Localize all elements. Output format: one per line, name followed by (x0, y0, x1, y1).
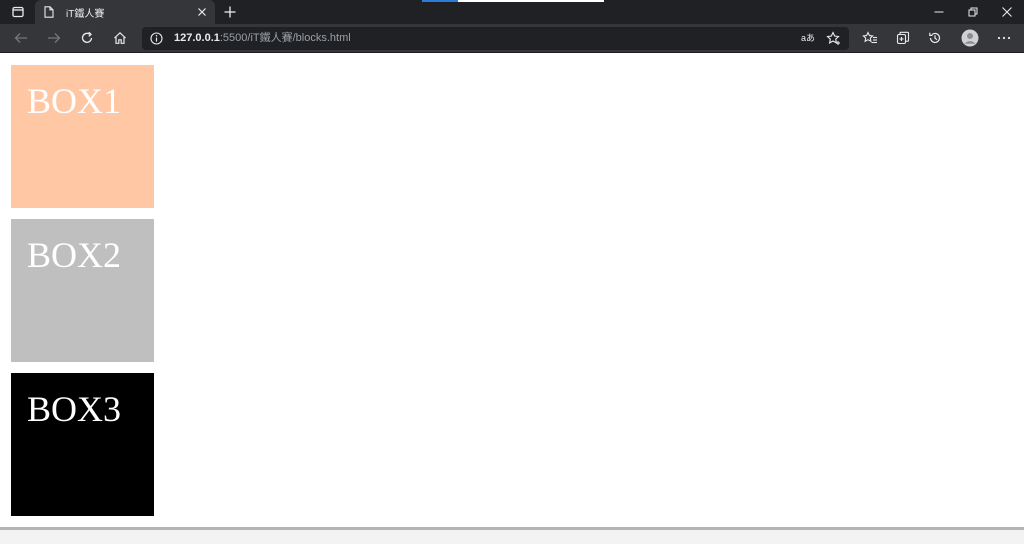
url-path: :5500/iT鐵人賽/blocks.html (219, 32, 351, 44)
tab-title: iT鐵人賽 (66, 8, 105, 20)
browser-tab[interactable]: iT鐵人賽 (35, 0, 215, 24)
tab-actions-button[interactable] (0, 0, 36, 24)
history-icon (929, 32, 941, 44)
more-icon (997, 36, 1011, 40)
back-arrow-icon (14, 33, 27, 43)
close-window-button[interactable] (990, 0, 1024, 24)
box-3: BOX3 (11, 373, 154, 516)
box-3-label: BOX3 (27, 389, 122, 429)
box-1: BOX1 (11, 65, 154, 208)
refresh-icon (81, 31, 93, 43)
url-host: 127.0.0.1 (174, 32, 220, 44)
restore-icon (968, 7, 978, 17)
collections-button[interactable] (891, 27, 915, 49)
home-icon (114, 31, 126, 44)
minimize-icon (934, 11, 944, 13)
favorites-button[interactable] (858, 27, 882, 49)
avatar-icon (961, 29, 979, 47)
page-icon (44, 5, 56, 19)
home-button[interactable] (108, 27, 132, 49)
minimize-button[interactable] (922, 0, 956, 24)
new-tab-button[interactable] (220, 2, 240, 22)
restore-button[interactable] (956, 0, 990, 24)
plus-icon (224, 6, 236, 18)
box-2-label: BOX2 (27, 235, 122, 275)
browser-toolbar: 127.0.0.1:5500/iT鐵人賽/blocks.html aあ (0, 24, 1024, 53)
box-2: BOX2 (11, 219, 154, 362)
profile-button[interactable] (958, 27, 982, 49)
page-viewport: BOX1 BOX2 BOX3 (0, 53, 1024, 527)
url-text[interactable]: 127.0.0.1:5500/iT鐵人賽/blocks.html (174, 31, 351, 45)
title-bar-highlight-blue (422, 0, 458, 2)
refresh-button[interactable] (75, 27, 99, 49)
favorites-icon (862, 31, 877, 44)
bottom-edge (0, 530, 1024, 544)
browser-titlebar: iT鐵人賽 (0, 0, 1024, 24)
tab-actions-icon (12, 6, 24, 18)
settings-more-button[interactable] (992, 27, 1016, 49)
collections-icon (896, 31, 910, 45)
close-icon (1002, 7, 1012, 17)
history-button[interactable] (923, 27, 947, 49)
forward-arrow-icon (48, 33, 61, 43)
forward-button[interactable] (42, 27, 66, 49)
read-aloud-button[interactable]: aあ (801, 32, 815, 44)
address-bar[interactable]: 127.0.0.1:5500/iT鐵人賽/blocks.html aあ (142, 27, 849, 50)
back-button[interactable] (9, 27, 33, 49)
info-icon[interactable] (150, 32, 163, 45)
box-1-label: BOX1 (27, 81, 122, 121)
add-favorite-icon[interactable] (824, 30, 842, 47)
close-tab-icon[interactable] (196, 6, 208, 18)
